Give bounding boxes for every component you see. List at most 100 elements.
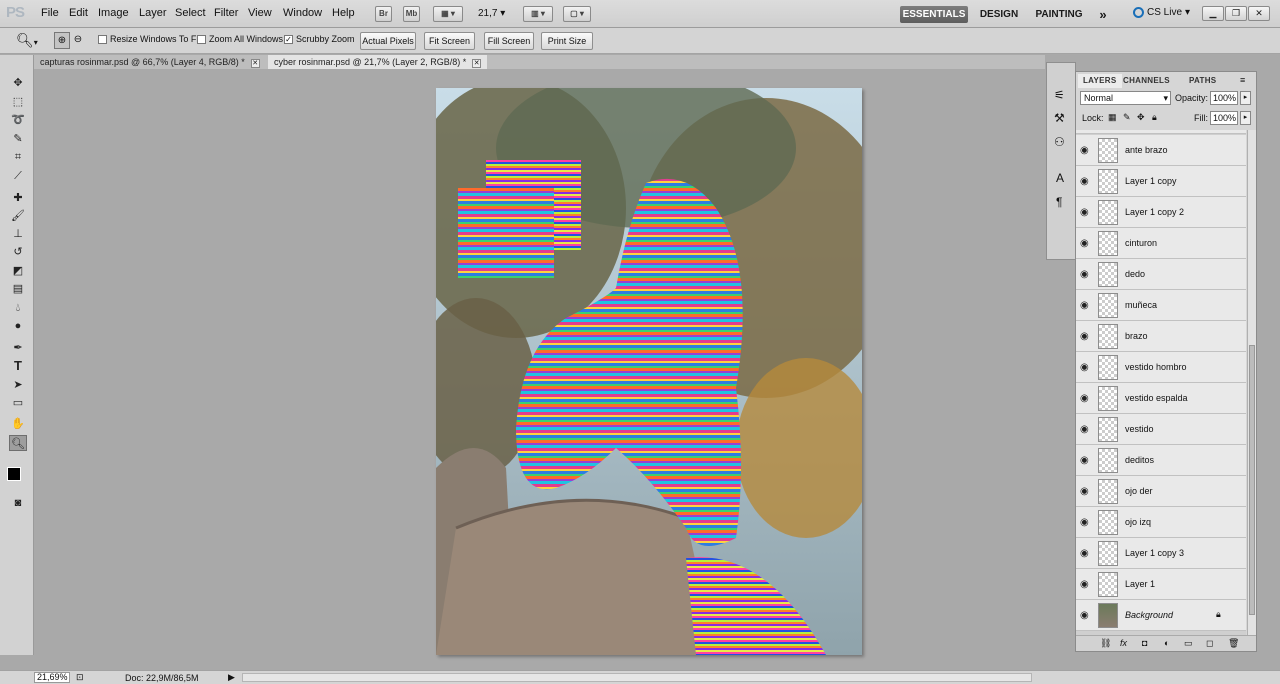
eye-icon[interactable]: ◉ — [1080, 579, 1089, 590]
zoom-in-icon[interactable]: ⊕ — [54, 32, 70, 49]
menu-help[interactable]: Help — [332, 7, 355, 19]
layer-row-background[interactable]: ◉ Background 🔒︎ — [1076, 600, 1246, 631]
menu-image[interactable]: Image — [98, 7, 129, 19]
clone-stamp-icon[interactable]: ⊥ — [9, 226, 27, 242]
zoom-percent-field[interactable]: 21,69% — [34, 672, 70, 683]
lock-position-icon[interactable]: ✥ — [1137, 112, 1145, 123]
character-panel-icon[interactable]: A — [1056, 171, 1064, 185]
zoom-all-checkbox[interactable]: Zoom All Windows — [197, 34, 283, 44]
pen-tool-icon[interactable]: ✒ — [9, 340, 27, 356]
mini-bridge-button[interactable]: Mb — [403, 6, 420, 22]
move-tool-icon[interactable]: ✥ — [9, 75, 27, 91]
layer-row[interactable]: ◉ deditos — [1076, 445, 1246, 476]
paragraph-panel-icon[interactable]: ¶ — [1056, 195, 1062, 209]
eye-icon[interactable]: ◉ — [1080, 455, 1089, 466]
healing-brush-icon[interactable]: ✚ — [9, 190, 27, 206]
fit-screen-button[interactable]: Fit Screen — [424, 32, 475, 50]
restore-button[interactable]: ❐ — [1225, 6, 1247, 21]
tab-layers[interactable]: LAYERS — [1078, 74, 1122, 88]
cs-live-menu[interactable]: CS Live ▾ — [1133, 7, 1190, 18]
zoom-tool-icon[interactable]: 🔍︎ — [9, 435, 27, 451]
view-extras-dropdown[interactable]: ▦ ▾ — [433, 6, 463, 22]
minimize-button[interactable]: ▁ — [1202, 6, 1224, 21]
layer-row[interactable]: ◉ ojo izq — [1076, 507, 1246, 538]
layer-style-icon[interactable]: fx — [1120, 638, 1127, 648]
blur-tool-icon[interactable]: 💧︎ — [9, 300, 27, 316]
horizontal-scrollbar[interactable] — [242, 673, 1032, 682]
scrubby-zoom-checkbox[interactable]: ✓ Scrubby Zoom — [284, 34, 355, 44]
layer-row[interactable]: ◉ brazo — [1076, 321, 1246, 352]
bridge-button[interactable]: Br — [375, 6, 392, 22]
menu-window[interactable]: Window — [283, 7, 322, 19]
menu-view[interactable]: View — [248, 7, 272, 19]
layers-scrollbar[interactable] — [1247, 130, 1256, 635]
lock-image-icon[interactable]: ✎ — [1123, 112, 1131, 123]
eye-icon[interactable]: ◉ — [1080, 238, 1089, 249]
dodge-tool-icon[interactable]: ● — [9, 318, 27, 334]
panel-menu-icon[interactable]: ≡ — [1240, 75, 1245, 85]
eyedropper-icon[interactable]: ⟋ — [9, 168, 27, 184]
opacity-input[interactable]: 100% — [1210, 91, 1238, 105]
type-tool-icon[interactable]: T — [9, 358, 27, 374]
layer-row[interactable]: ◉ vestido hombro — [1076, 352, 1246, 383]
workspace-design[interactable]: DESIGN — [975, 6, 1023, 23]
delete-layer-icon[interactable]: 🗑︎ — [1228, 638, 1239, 649]
layer-mask-icon[interactable]: ◘ — [1142, 638, 1147, 648]
eye-icon[interactable]: ◉ — [1080, 424, 1089, 435]
new-group-icon[interactable]: ▭ — [1184, 638, 1193, 649]
marquee-tool-icon[interactable]: ⬚ — [9, 94, 27, 110]
eye-icon[interactable]: ◉ — [1080, 145, 1089, 156]
fill-screen-button[interactable]: Fill Screen — [484, 32, 534, 50]
foreground-color-swatch[interactable] — [7, 467, 21, 481]
workspace-painting[interactable]: PAINTING — [1030, 6, 1088, 23]
eye-icon[interactable]: ◉ — [1080, 207, 1089, 218]
brushes-icon[interactable]: ⚒ — [1054, 111, 1065, 125]
close-icon[interactable]: ✕ — [472, 59, 482, 68]
path-selection-icon[interactable]: ➤ — [9, 377, 27, 393]
crop-tool-icon[interactable]: ⌗ — [9, 149, 27, 165]
eye-icon[interactable]: ◉ — [1080, 331, 1089, 342]
fill-slider-arrow-icon[interactable]: ▸ — [1240, 111, 1251, 125]
quick-mask-icon[interactable]: ◙ — [9, 495, 27, 511]
tab-capturas[interactable]: capturas rosinmar.psd @ 66,7% (Layer 4, … — [34, 55, 266, 69]
eye-icon[interactable]: ◉ — [1080, 269, 1089, 280]
history-brush-icon[interactable]: ↺ — [9, 244, 27, 260]
layer-row[interactable]: ◉ ojo der — [1076, 476, 1246, 507]
adjustments-icon[interactable]: ⚟ — [1054, 88, 1065, 102]
tab-paths[interactable]: PATHS — [1184, 74, 1221, 88]
status-info-icon[interactable]: ⊡ — [76, 672, 84, 683]
actual-pixels-button[interactable]: Actual Pixels — [360, 32, 416, 50]
shape-tool-icon[interactable]: ▭ — [9, 395, 27, 411]
tab-cyber[interactable]: cyber rosinmar.psd @ 21,7% (Layer 2, RGB… — [268, 55, 488, 69]
tab-channels[interactable]: CHANNELS — [1118, 74, 1175, 88]
eye-icon[interactable]: ◉ — [1080, 300, 1089, 311]
menu-edit[interactable]: Edit — [69, 7, 88, 19]
layer-row[interactable]: ◉ dedo — [1076, 259, 1246, 290]
layer-row[interactable]: ◉ Layer 1 copy 2 — [1076, 197, 1246, 228]
lock-transparent-icon[interactable]: ▦ — [1108, 112, 1117, 123]
workspace-more-icon[interactable]: » — [1095, 6, 1111, 23]
brush-tool-icon[interactable]: 🖌︎ — [9, 208, 27, 224]
layer-row[interactable]: ◉ ante brazo — [1076, 135, 1246, 166]
eye-icon[interactable]: ◉ — [1080, 176, 1089, 187]
layer-row[interactable]: ◉ Layer 1 — [1076, 569, 1246, 600]
close-button[interactable]: ✕ — [1248, 6, 1270, 21]
resize-windows-checkbox[interactable]: Resize Windows To Fit — [98, 34, 201, 44]
arrange-documents-dropdown[interactable]: ▥ ▾ — [523, 6, 553, 22]
eraser-tool-icon[interactable]: ◩ — [9, 263, 27, 279]
opacity-slider-arrow-icon[interactable]: ▸ — [1240, 91, 1251, 105]
adjustment-layer-icon[interactable]: ◐ — [1164, 638, 1169, 648]
layer-row[interactable]: ◉ Layer 1 copy — [1076, 166, 1246, 197]
status-menu-arrow-icon[interactable]: ▶ — [228, 672, 235, 683]
zoom-tool-preset-icon[interactable]: 🔍︎▾ — [16, 32, 38, 49]
clone-source-icon[interactable]: ⚇ — [1054, 135, 1065, 149]
scrollbar-thumb[interactable] — [1249, 345, 1255, 615]
quick-selection-icon[interactable]: ✎ — [9, 131, 27, 147]
close-icon[interactable]: ✕ — [250, 59, 260, 68]
fill-input[interactable]: 100% — [1210, 111, 1238, 125]
document-canvas[interactable] — [436, 88, 862, 655]
layer-row[interactable]: ◉ vestido espalda — [1076, 383, 1246, 414]
zoom-out-icon[interactable]: ⊖ — [70, 32, 86, 49]
gradient-tool-icon[interactable]: ▤ — [9, 281, 27, 297]
menu-filter[interactable]: Filter — [214, 7, 238, 19]
